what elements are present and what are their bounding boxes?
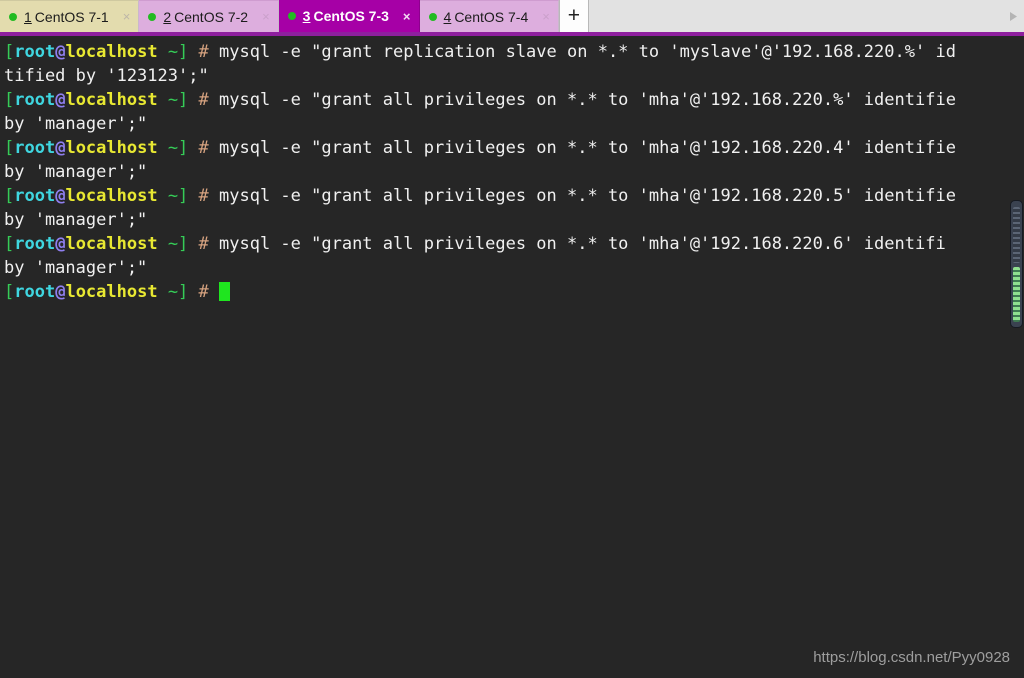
- prompt-bracket: [: [4, 90, 14, 110]
- terminal-command-text: mysql -e "grant replication slave on *.*…: [219, 42, 956, 62]
- terminal-pane[interactable]: [root@localhost ~] # mysql -e "grant rep…: [0, 36, 1024, 678]
- prompt-sigil: #: [188, 234, 219, 254]
- prompt-sigil: #: [188, 282, 219, 302]
- terminal-wrapped-line: tified by '123123';": [4, 64, 1024, 88]
- tab-index-label: 2: [163, 9, 171, 25]
- tab-bar-empty-area: [589, 0, 1002, 32]
- chevron-right-icon: [1009, 11, 1018, 22]
- prompt-bracket-close: ~]: [158, 282, 189, 302]
- tab-index-label: 3: [303, 8, 311, 24]
- scrollbar-activity-indicator: [1013, 267, 1020, 322]
- tab-bar: 1CentOS 7-1×2CentOS 7-2×3CentOS 7-3×4Cen…: [0, 0, 1024, 32]
- green-dot-icon: [9, 13, 17, 21]
- terminal-wrapped-line: by 'manager';": [4, 112, 1024, 136]
- prompt-at: @: [55, 234, 65, 254]
- prompt-sigil: #: [188, 186, 219, 206]
- prompt-bracket: [: [4, 138, 14, 158]
- tab-centos-7-4[interactable]: 4CentOS 7-4 ×: [420, 0, 559, 32]
- close-icon[interactable]: ×: [260, 10, 272, 23]
- prompt-host: localhost: [65, 234, 157, 254]
- prompt-bracket: [: [4, 282, 14, 302]
- terminal-command-line: [root@localhost ~] # mysql -e "grant all…: [4, 136, 1024, 160]
- prompt-user: root: [14, 138, 55, 158]
- terminal-command-line: [root@localhost ~] # mysql -e "grant rep…: [4, 40, 1024, 64]
- tab-index-label: 4: [444, 9, 452, 25]
- terminal-wrapped-text: tified by '123123';": [4, 66, 209, 86]
- prompt-bracket: [: [4, 42, 14, 62]
- prompt-sigil: #: [188, 42, 219, 62]
- prompt-bracket-close: ~]: [158, 234, 189, 254]
- prompt-at: @: [55, 42, 65, 62]
- green-dot-icon: [148, 13, 156, 21]
- prompt-bracket-close: ~]: [158, 42, 189, 62]
- terminal-command-text: mysql -e "grant all privileges on *.* to…: [219, 90, 956, 110]
- tab-centos-7-3[interactable]: 3CentOS 7-3 ×: [279, 0, 420, 32]
- prompt-host: localhost: [65, 186, 157, 206]
- prompt-at: @: [55, 186, 65, 206]
- terminal-wrapped-text: by 'manager';": [4, 114, 147, 134]
- terminal-command-line: [root@localhost ~] # mysql -e "grant all…: [4, 184, 1024, 208]
- tab-title-label: CentOS 7-2: [174, 9, 248, 25]
- tab-title-label: CentOS 7-3: [313, 8, 388, 24]
- terminal-command-line: [root@localhost ~] # mysql -e "grant all…: [4, 232, 1024, 256]
- close-icon[interactable]: ×: [540, 10, 552, 23]
- tab-list: 1CentOS 7-1×2CentOS 7-2×3CentOS 7-3×4Cen…: [0, 0, 559, 32]
- prompt-user: root: [14, 186, 55, 206]
- prompt-sigil: #: [188, 138, 219, 158]
- new-tab-label: +: [568, 4, 580, 28]
- tab-centos-7-2[interactable]: 2CentOS 7-2 ×: [139, 0, 278, 32]
- prompt-user: root: [14, 90, 55, 110]
- terminal-command-text: mysql -e "grant all privileges on *.* to…: [219, 186, 956, 206]
- close-icon[interactable]: ×: [121, 10, 133, 23]
- terminal-wrapped-line: by 'manager';": [4, 160, 1024, 184]
- terminal-command-text: mysql -e "grant all privileges on *.* to…: [219, 234, 946, 254]
- prompt-bracket-close: ~]: [158, 90, 189, 110]
- terminal-wrapped-line: by 'manager';": [4, 256, 1024, 280]
- terminal-cursor: [219, 282, 230, 301]
- prompt-user: root: [14, 234, 55, 254]
- green-dot-icon: [429, 13, 437, 21]
- new-tab-button[interactable]: +: [559, 0, 589, 32]
- prompt-at: @: [55, 282, 65, 302]
- terminal-scrollbar[interactable]: [1008, 200, 1024, 328]
- terminal-command-text: mysql -e "grant all privileges on *.* to…: [219, 138, 956, 158]
- terminal-wrapped-line: by 'manager';": [4, 208, 1024, 232]
- tab-overflow-button[interactable]: [1002, 0, 1024, 32]
- watermark: https://blog.csdn.net/Pyy0928: [813, 649, 1010, 666]
- terminal-screen: [root@localhost ~] # mysql -e "grant rep…: [4, 40, 1024, 304]
- prompt-user: root: [14, 282, 55, 302]
- terminal-wrapped-text: by 'manager';": [4, 258, 147, 278]
- terminal-active-prompt-line: [root@localhost ~] #: [4, 280, 1024, 304]
- prompt-bracket: [: [4, 234, 14, 254]
- prompt-host: localhost: [65, 138, 157, 158]
- tab-title-label: CentOS 7-1: [35, 9, 109, 25]
- prompt-host: localhost: [65, 42, 157, 62]
- terminal-command-line: [root@localhost ~] # mysql -e "grant all…: [4, 88, 1024, 112]
- prompt-at: @: [55, 90, 65, 110]
- scrollbar-thumb[interactable]: [1010, 200, 1023, 328]
- prompt-host: localhost: [65, 282, 157, 302]
- prompt-host: localhost: [65, 90, 157, 110]
- prompt-bracket-close: ~]: [158, 186, 189, 206]
- prompt-bracket: [: [4, 186, 14, 206]
- scrollbar-grip-icon: [1013, 207, 1020, 263]
- close-icon[interactable]: ×: [401, 10, 413, 23]
- terminal-wrapped-text: by 'manager';": [4, 162, 147, 182]
- terminal-wrapped-text: by 'manager';": [4, 210, 147, 230]
- tab-index-label: 1: [24, 9, 32, 25]
- prompt-sigil: #: [188, 90, 219, 110]
- prompt-user: root: [14, 42, 55, 62]
- prompt-at: @: [55, 138, 65, 158]
- tab-centos-7-1[interactable]: 1CentOS 7-1 ×: [0, 0, 139, 32]
- prompt-bracket-close: ~]: [158, 138, 189, 158]
- tab-title-label: CentOS 7-4: [454, 9, 528, 25]
- green-dot-icon: [288, 12, 296, 20]
